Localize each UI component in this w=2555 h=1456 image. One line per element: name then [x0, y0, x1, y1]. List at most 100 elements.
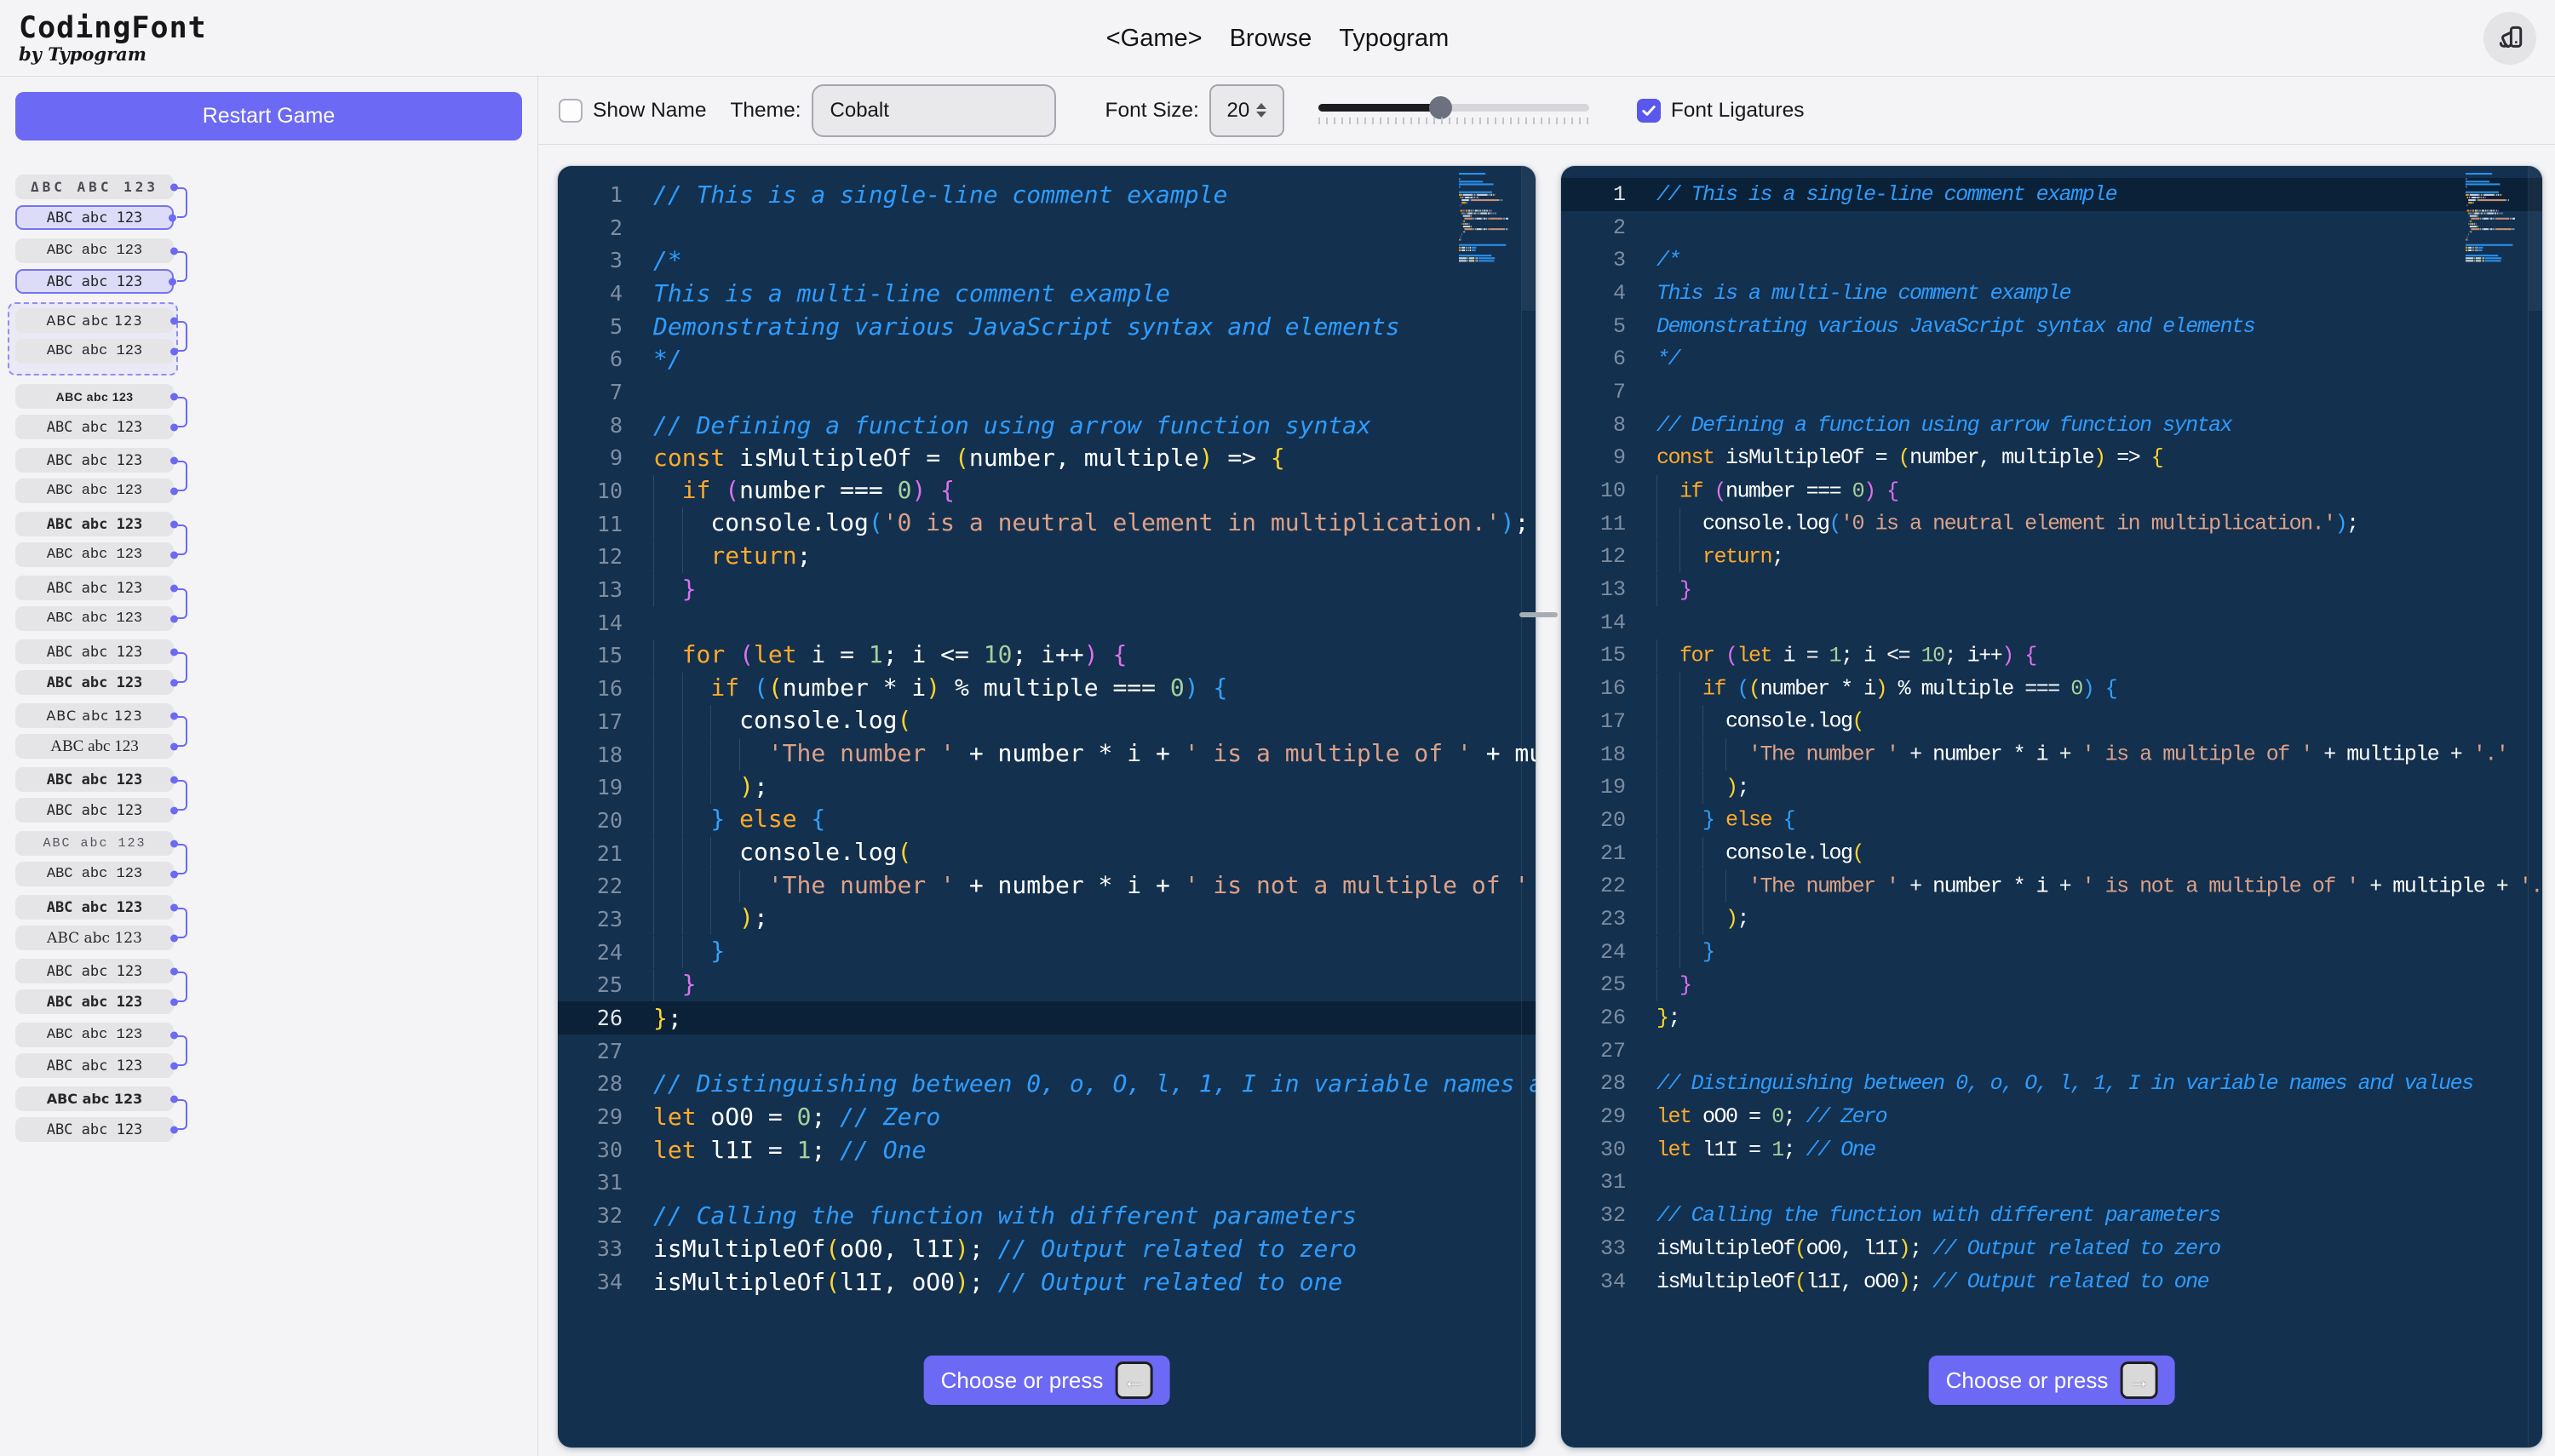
- bracket-pair: ABC abc 123 ABC abc 123: [15, 384, 187, 439]
- theme-swatch-button[interactable]: [2483, 12, 2536, 65]
- bracket-connector: [177, 1098, 187, 1130]
- logo-subtitle: by Typogram: [19, 43, 146, 65]
- font-ligatures-checkbox[interactable]: [1636, 98, 1661, 123]
- code-line: 23);: [558, 903, 1536, 936]
- code-line: 16 if ((number * i) % multiple === 0) {: [558, 672, 1536, 705]
- choose-right-button[interactable]: Choose or press →: [1928, 1356, 2175, 1405]
- bracket-pair: ABC abc 123 ABC abc 123: [15, 576, 187, 631]
- show-name-checkbox[interactable]: [559, 98, 583, 123]
- font-chip[interactable]: ABC abc 123: [15, 238, 174, 263]
- content: Show Name Theme: Cobalt Font Size: 20 Fo…: [538, 77, 2555, 1456]
- code-line: 27: [1599, 1038, 1626, 1063]
- minimap-divider-right: [2528, 166, 2529, 1447]
- slider-thumb[interactable]: [1428, 95, 1452, 119]
- font-chip[interactable]: ABC abc 123: [15, 767, 174, 792]
- font-chip[interactable]: ABC abc 123: [15, 448, 174, 473]
- font-chip[interactable]: ABC abc 123: [15, 639, 174, 664]
- font-chip-winner[interactable]: ABC abc 123: [15, 269, 174, 294]
- minimap-right[interactable]: [2466, 171, 2518, 270]
- code-line: 1// This is a single-line comment exampl…: [1561, 178, 2542, 211]
- bracket-connector: [177, 907, 187, 938]
- check-icon: [1642, 105, 1656, 116]
- code-line: 21 console.log(: [1561, 837, 2542, 870]
- font-chip[interactable]: ABC abc 123: [15, 1117, 174, 1142]
- font-chip[interactable]: ABC abc 123: [15, 415, 174, 439]
- code-line: 22 'The number ' + number * i + ' is not …: [1561, 869, 2542, 903]
- font-chip[interactable]: ABC abc 123: [15, 798, 174, 823]
- code-line: 22 'The number ' + number * i + ' is not …: [558, 869, 1536, 903]
- font-chip[interactable]: ABC abc 123: [15, 308, 174, 333]
- code-line: 32// Calling the function with different…: [596, 1201, 1358, 1230]
- code-line: 15 for (let i = 1; i <= 10; i++) {: [1561, 639, 2542, 673]
- font-chip[interactable]: ABC abc 123: [15, 512, 174, 536]
- bracket-connector: [177, 250, 187, 282]
- bracket-pair: ABC abc 123 ABC abc 123: [15, 831, 187, 886]
- choose-left-button[interactable]: Choose or press ←: [923, 1356, 1170, 1405]
- code-line: 23);: [1561, 903, 2542, 936]
- logo[interactable]: CodingFont by Typogram: [19, 12, 207, 65]
- code-line: 11 console.log('0 is a neutral element in…: [558, 507, 1536, 541]
- code-line: 12 return;: [558, 540, 1536, 574]
- font-chip[interactable]: ABC abc 123: [15, 670, 174, 695]
- stepper-arrows-icon[interactable]: [1256, 103, 1267, 118]
- panel-resize-handle[interactable]: [1519, 612, 1558, 617]
- font-chip[interactable]: ABC abc 123: [15, 703, 174, 728]
- code-line: 15 for (let i = 1; i <= 10; i++) {: [558, 639, 1536, 673]
- font-chip[interactable]: ABC abc 123: [15, 1086, 174, 1111]
- font-chip[interactable]: ABC abc 123: [15, 959, 174, 983]
- code-line: 14: [596, 610, 623, 635]
- nav-item-game[interactable]: <Game>: [1106, 25, 1203, 53]
- font-panel-left: 1// This is a single-line comment exampl…: [558, 166, 1536, 1447]
- arrow-left-keycap-icon: ←: [1115, 1361, 1153, 1399]
- bracket-connector: [177, 971, 187, 1002]
- code-line: 7: [609, 379, 623, 404]
- font-chip[interactable]: ABC abc 123: [15, 734, 174, 759]
- theme-select[interactable]: Cobalt: [811, 83, 1056, 137]
- bracket-connector: [177, 843, 187, 874]
- code-line: 18 'The number ' + number * i + ' is a mu…: [1561, 738, 2542, 771]
- font-chip[interactable]: ΔBC ABC 123: [15, 175, 174, 199]
- font-chip[interactable]: ABC abc 123: [15, 576, 174, 600]
- font-chip[interactable]: ABC abc 123: [15, 339, 174, 364]
- font-chip[interactable]: ABC abc 123: [15, 831, 174, 856]
- minimap-strip-left: [1522, 166, 1536, 311]
- code-line: 28// Distinguishing between 0, o, O, l, …: [1599, 1071, 2474, 1097]
- code-line: 17 console.log(: [558, 705, 1536, 738]
- code-line: 31: [596, 1170, 623, 1195]
- font-chip[interactable]: ABC abc 123: [15, 895, 174, 920]
- main-area: Restart Game ΔBC ABC 123 ABC abc 123 ABC a…: [0, 77, 2555, 1456]
- font-size-slider[interactable]: [1318, 92, 1589, 129]
- font-chip[interactable]: ABC abc 123: [15, 479, 174, 503]
- code-line: 8// Defining a function using arrow func…: [1612, 412, 2233, 438]
- code-line: 6 */: [1612, 347, 1681, 372]
- nav-item-browse[interactable]: Browse: [1230, 25, 1312, 53]
- code-line: 14: [1599, 610, 1626, 635]
- font-size-input[interactable]: 20: [1209, 83, 1284, 137]
- bracket-connector: [177, 588, 187, 619]
- font-chip[interactable]: ABC abc 123: [15, 1053, 174, 1078]
- code-line: 2: [1612, 215, 1626, 240]
- code-line: 24}: [1561, 936, 2542, 969]
- code-line: 20} else {: [558, 804, 1536, 837]
- font-chip[interactable]: ABC abc 123: [15, 384, 174, 409]
- font-chip[interactable]: ABC abc 123: [15, 542, 174, 567]
- code-line: 33 isMultipleOf(oO0, l1I); // Output rela…: [596, 1234, 1358, 1263]
- bracket-connector: [177, 186, 187, 218]
- font-chip-winner[interactable]: ABC abc 123: [15, 205, 174, 230]
- nav-item-typogram[interactable]: Typogram: [1339, 25, 1449, 53]
- font-chip[interactable]: ABC abc 123: [15, 862, 174, 886]
- code-line: 29 let oO0 = 0; // Zero: [1599, 1104, 1888, 1130]
- code-line: 16 if ((number * i) % multiple === 0) {: [1561, 672, 2542, 705]
- code-line: 29 let oO0 = 0; // Zero: [596, 1103, 941, 1132]
- choose-right-label: Choose or press: [1945, 1367, 2109, 1393]
- font-chip[interactable]: ABC abc 123: [15, 606, 174, 631]
- main-nav: <Game> Browse Typogram: [1106, 0, 1450, 77]
- restart-game-button[interactable]: Restart Game: [15, 92, 522, 140]
- font-chip[interactable]: ABC abc 123: [15, 926, 174, 950]
- bracket-pair: ABC abc 123 ABC abc 123: [15, 703, 187, 759]
- minimap-left[interactable]: [1459, 171, 1512, 270]
- font-chip[interactable]: ABC abc 123: [15, 1023, 174, 1047]
- code-line: 30 let l1I = 1; // One: [1599, 1137, 1876, 1162]
- code-line: 26};: [558, 1001, 1536, 1035]
- font-chip[interactable]: ABC abc 123: [15, 989, 174, 1014]
